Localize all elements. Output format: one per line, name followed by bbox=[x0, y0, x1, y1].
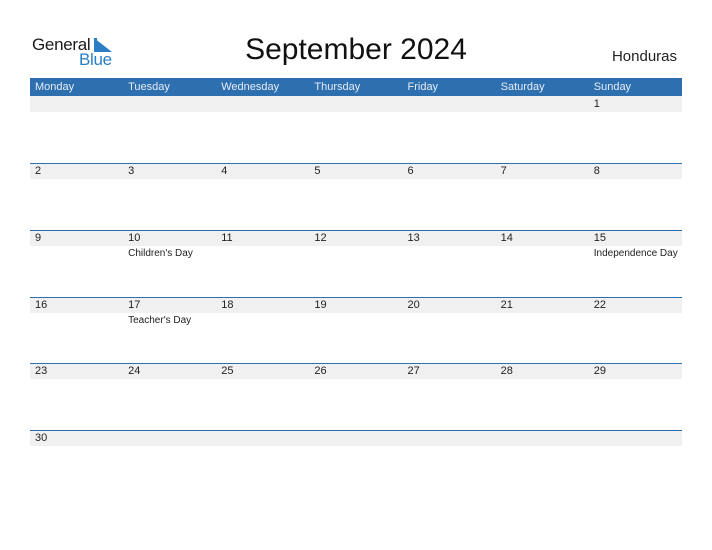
weekday-tuesday: Tuesday bbox=[128, 81, 170, 93]
day-cell: 30 bbox=[30, 430, 123, 496]
day-number: 3 bbox=[128, 165, 135, 177]
holiday-label: Teacher's Day bbox=[128, 315, 192, 326]
day-cell: 20 bbox=[403, 297, 496, 363]
day-number: 6 bbox=[407, 165, 414, 177]
day-number: 23 bbox=[35, 365, 48, 377]
day-cell: 3 bbox=[123, 163, 216, 229]
week-row: 16 17 Teacher's Day 18 19 20 21 22 bbox=[30, 297, 682, 363]
day-cell: 11 bbox=[216, 230, 309, 296]
day-number: 1 bbox=[593, 98, 600, 110]
day-cell: 12 bbox=[309, 230, 402, 296]
weekday-header: Monday Tuesday Wednesday Thursday Friday… bbox=[30, 78, 682, 96]
day-number: 8 bbox=[593, 165, 600, 177]
day-number: 10 bbox=[128, 232, 141, 244]
day-number: 19 bbox=[314, 299, 327, 311]
country-label: Honduras bbox=[611, 48, 677, 65]
day-number: 27 bbox=[407, 365, 420, 377]
day-cell bbox=[309, 430, 402, 496]
day-cell: 28 bbox=[496, 363, 589, 429]
day-cell bbox=[30, 96, 123, 162]
weekday-sunday: Sunday bbox=[593, 81, 632, 93]
day-number: 24 bbox=[128, 365, 141, 377]
day-cell: 4 bbox=[216, 163, 309, 229]
day-cell: 25 bbox=[216, 363, 309, 429]
day-cell bbox=[496, 96, 589, 162]
day-number: 18 bbox=[221, 299, 234, 311]
day-cell: 19 bbox=[309, 297, 402, 363]
weekday-saturday: Saturday bbox=[500, 81, 545, 93]
day-number: 25 bbox=[221, 365, 234, 377]
day-number: 26 bbox=[314, 365, 327, 377]
day-cell: 1 bbox=[589, 96, 682, 162]
day-number: 15 bbox=[593, 232, 606, 244]
day-cell: 9 bbox=[30, 230, 123, 296]
day-number: 29 bbox=[593, 365, 606, 377]
day-cell: 24 bbox=[123, 363, 216, 429]
day-cell: 7 bbox=[496, 163, 589, 229]
weekday-monday: Monday bbox=[35, 81, 75, 93]
day-number: 16 bbox=[35, 299, 48, 311]
week-row: 9 10 Children's Day 11 12 13 14 15 Independence … bbox=[30, 230, 682, 296]
day-cell: 14 bbox=[496, 230, 589, 296]
day-cell bbox=[403, 96, 496, 162]
day-cell bbox=[216, 430, 309, 496]
day-number: 21 bbox=[500, 299, 513, 311]
day-cell: 13 bbox=[403, 230, 496, 296]
day-cell: 18 bbox=[216, 297, 309, 363]
day-cell bbox=[589, 430, 682, 496]
weekday-friday: Friday bbox=[407, 81, 439, 93]
day-cell bbox=[123, 96, 216, 162]
day-cell: 6 bbox=[403, 163, 496, 229]
day-number: 11 bbox=[221, 232, 233, 244]
day-number: 14 bbox=[500, 232, 513, 244]
day-cell: 10 Children's Day bbox=[123, 230, 216, 296]
weekday-thursday: Thursday bbox=[314, 81, 361, 93]
day-cell: 21 bbox=[496, 297, 589, 363]
week-row: 2 3 4 5 6 7 8 bbox=[30, 163, 682, 229]
day-cell bbox=[403, 430, 496, 496]
day-cell bbox=[123, 430, 216, 496]
day-cell: 22 bbox=[589, 297, 682, 363]
holiday-label: Independence Day bbox=[593, 248, 678, 259]
day-cell: 15 Independence Day bbox=[589, 230, 682, 296]
day-number: 2 bbox=[35, 165, 42, 177]
day-number: 4 bbox=[221, 165, 228, 177]
day-number: 22 bbox=[593, 299, 606, 311]
day-number: 13 bbox=[407, 232, 420, 244]
day-cell: 16 bbox=[30, 297, 123, 363]
calendar-title: September 2024 bbox=[245, 33, 467, 66]
day-cell: 17 Teacher's Day bbox=[123, 297, 216, 363]
day-cell: 23 bbox=[30, 363, 123, 429]
day-number: 7 bbox=[500, 165, 507, 177]
day-number: 28 bbox=[500, 365, 513, 377]
day-cell bbox=[496, 430, 589, 496]
holiday-label: Children's Day bbox=[128, 248, 193, 259]
day-cell bbox=[309, 96, 402, 162]
day-cell: 27 bbox=[403, 363, 496, 429]
day-cell bbox=[216, 96, 309, 162]
day-cell: 2 bbox=[30, 163, 123, 229]
day-number: 30 bbox=[35, 432, 48, 444]
day-cell: 26 bbox=[309, 363, 402, 429]
day-number: 17 bbox=[128, 299, 141, 311]
weekday-wednesday: Wednesday bbox=[221, 81, 280, 93]
day-cell: 8 bbox=[589, 163, 682, 229]
day-number: 5 bbox=[314, 165, 321, 177]
week-row: 30 bbox=[30, 430, 682, 496]
day-number: 12 bbox=[314, 232, 327, 244]
week-row: 1 bbox=[30, 96, 682, 162]
day-number: 9 bbox=[35, 232, 42, 244]
day-number: 20 bbox=[407, 299, 420, 311]
day-cell: 5 bbox=[309, 163, 402, 229]
day-cell: 29 bbox=[589, 363, 682, 429]
week-row: 23 24 25 26 27 28 29 bbox=[30, 363, 682, 429]
